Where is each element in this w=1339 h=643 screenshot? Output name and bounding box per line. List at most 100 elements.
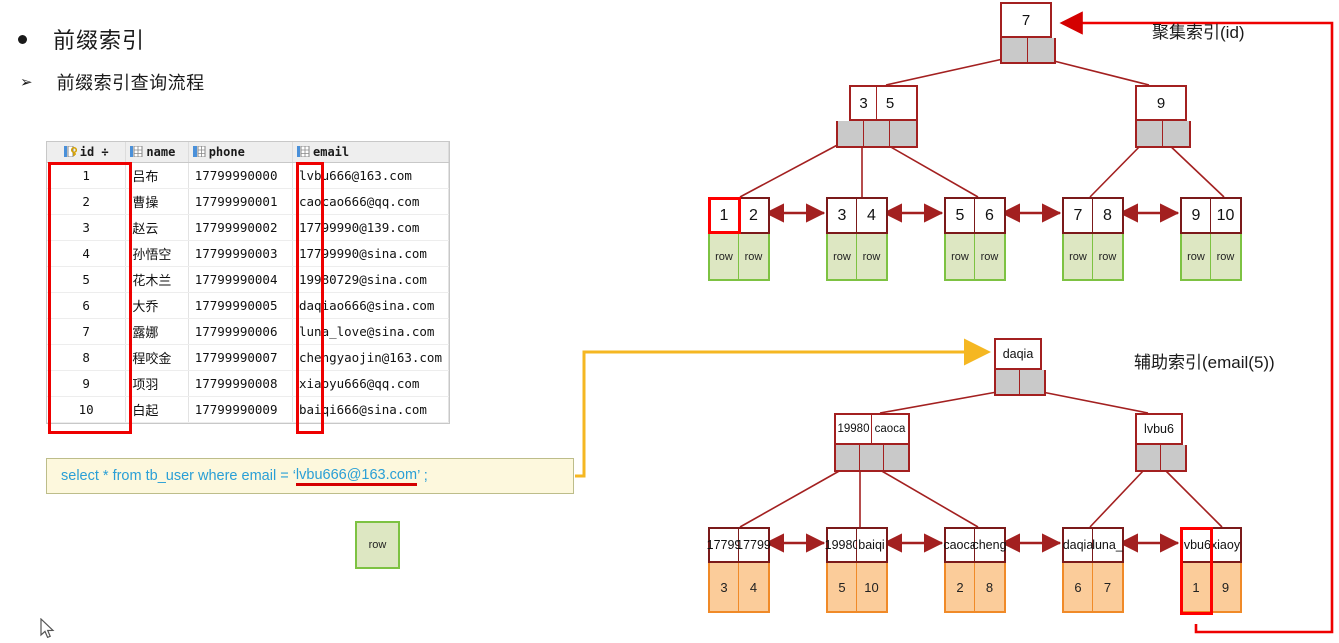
cell-phone: 17799990000	[188, 162, 292, 188]
clustered-internal-node-1-keys: 9	[1135, 85, 1187, 121]
table-row[interactable]: 3赵云1779999000217799990@139.com	[47, 214, 449, 240]
clustered-leaf-node-1: 34rowrow	[826, 197, 888, 281]
clustered-leaf-node-3: 78rowrow	[1062, 197, 1124, 281]
secondary-root-node-keys: daqia	[994, 338, 1042, 370]
secondary-leaf-node-4-key: lvbu6	[1182, 529, 1211, 561]
table-row[interactable]: 8程咬金17799990007chengyaojin@163.com	[47, 344, 449, 370]
secondary-internal-node-0-key: 19980	[836, 415, 872, 443]
clustered-leaf-node-3-rows: rowrow	[1062, 234, 1124, 281]
table-row[interactable]: 5花木兰1779999000419980729@sina.com	[47, 266, 449, 292]
clustered-leaf-node-2-keys: 56	[944, 197, 1006, 234]
table-row[interactable]: 1吕布17799990000lvbu666@163.com	[47, 162, 449, 188]
cell-email: 17799990@139.com	[293, 214, 449, 240]
clustered-internal-node-1: 9	[1135, 85, 1191, 148]
secondary-leaf-node-1-keys: 19980baiqi	[826, 527, 888, 563]
clustered-leaf-node-1-keys: 34	[826, 197, 888, 234]
secondary-leaf-node-3-rows: 67	[1062, 563, 1124, 613]
data-grid[interactable]: id ÷ name phone email	[47, 142, 449, 423]
clustered-leaf-node-4: 910rowrow	[1180, 197, 1242, 281]
secondary-internal-node-0-pointer	[860, 445, 884, 470]
sub-bullet-label: 前缀索引查询流程	[57, 69, 205, 95]
cell-email: xiaoyu666@qq.com	[293, 370, 449, 396]
clustered-root-node-pointer	[1002, 38, 1028, 62]
cell-phone: 17799990009	[188, 396, 292, 422]
column-icon	[193, 146, 206, 157]
secondary-leaf-node-4-rows: 19	[1180, 563, 1242, 613]
secondary-leaf-node-1-key: baiqi	[857, 529, 886, 561]
cell-phone: 17799990004	[188, 266, 292, 292]
cell-id: 2	[47, 188, 126, 214]
column-header-id[interactable]: id ÷	[47, 142, 126, 162]
secondary-internal-node-1: lvbu6	[1135, 413, 1187, 472]
key-column-icon	[64, 146, 77, 157]
cell-phone: 17799990002	[188, 214, 292, 240]
secondary-leaf-node-0-key: 17799	[710, 529, 739, 561]
table-row[interactable]: 10白起17799990009baiqi666@sina.com	[47, 396, 449, 422]
column-header-phone[interactable]: phone	[188, 142, 292, 162]
sql-suffix-text: ’ ;	[417, 468, 428, 484]
secondary-leaf-node-2-key: cheng	[975, 529, 1004, 561]
sort-indicator-icon[interactable]: ÷	[101, 145, 108, 159]
secondary-leaf-node-0-row: 3	[710, 563, 739, 611]
table-row[interactable]: 4孙悟空1779999000317799990@sina.com	[47, 240, 449, 266]
cell-id: 5	[47, 266, 126, 292]
sql-query-box: select * from tb_user where email = ‘lvb…	[46, 458, 574, 494]
column-icon	[130, 146, 143, 157]
clustered-leaf-node-0-row: row	[710, 234, 739, 279]
cell-phone: 17799990008	[188, 370, 292, 396]
cell-id: 3	[47, 214, 126, 240]
tb-user-data-table[interactable]: id ÷ name phone email	[46, 141, 450, 424]
secondary-index-label: 辅助索引(email(5))	[1134, 348, 1275, 373]
clustered-leaf-node-2-key: 5	[946, 199, 975, 232]
cell-email: lvbu666@163.com	[293, 162, 449, 188]
cell-name: 露娜	[126, 318, 188, 344]
cell-name: 大乔	[126, 292, 188, 318]
secondary-leaf-node-3-row: 7	[1093, 563, 1122, 611]
secondary-internal-node-0-keys: 19980caoca	[834, 413, 910, 445]
table-row[interactable]: 9项羽17799990008xiaoyu666@qq.com	[47, 370, 449, 396]
column-header-phone-label: phone	[209, 145, 245, 159]
clustered-leaf-node-1-key: 4	[857, 199, 886, 232]
secondary-leaf-node-2-row: 2	[946, 563, 975, 611]
secondary-leaf-node-1-key: 19980	[828, 529, 857, 561]
table-row[interactable]: 6大乔17799990005daqiao666@sina.com	[47, 292, 449, 318]
cell-phone: 17799990001	[188, 188, 292, 214]
cell-phone: 17799990006	[188, 318, 292, 344]
table-row[interactable]: 7露娜17799990006luna_love@sina.com	[47, 318, 449, 344]
clustered-internal-node-0-keys: 35	[849, 85, 918, 121]
secondary-leaf-node-0: 177991779934	[708, 527, 770, 613]
secondary-leaf-node-1-row: 10	[857, 563, 886, 611]
clustered-leaf-node-0-key: 1	[710, 199, 739, 232]
secondary-leaf-node-3: daqialuna_67	[1062, 527, 1124, 613]
cell-phone: 17799990007	[188, 344, 292, 370]
cell-email: caocao666@qq.com	[293, 188, 449, 214]
clustered-leaf-node-2-row: row	[946, 234, 975, 279]
secondary-leaf-node-2-keys: caocacheng	[944, 527, 1006, 563]
secondary-root-node-key: daqia	[996, 340, 1040, 368]
data-grid-body: 1吕布17799990000lvbu666@163.com2曹操17799990…	[47, 162, 449, 422]
clustered-leaf-node-1-key: 3	[828, 199, 857, 232]
secondary-internal-node-1-pointers	[1135, 445, 1187, 472]
cell-name: 项羽	[126, 370, 188, 396]
header-row: id ÷ name phone email	[47, 142, 449, 162]
clustered-internal-node-1-pointer	[1137, 121, 1163, 146]
secondary-leaf-node-2-key: caoca	[946, 529, 975, 561]
column-header-name[interactable]: name	[126, 142, 188, 162]
secondary-internal-node-0-pointer	[884, 445, 908, 470]
secondary-leaf-node-0-keys: 1779917799	[708, 527, 770, 563]
clustered-leaf-node-4-row: row	[1182, 234, 1211, 279]
secondary-leaf-node-0-row: 4	[739, 563, 768, 611]
secondary-leaf-node-1-rows: 510	[826, 563, 888, 613]
table-row[interactable]: 2曹操17799990001caocao666@qq.com	[47, 188, 449, 214]
column-header-email[interactable]: email	[293, 142, 449, 162]
clustered-leaf-node-1-rows: rowrow	[826, 234, 888, 281]
secondary-leaf-node-2: caocacheng28	[944, 527, 1006, 613]
cell-id: 1	[47, 162, 126, 188]
secondary-leaf-node-0-rows: 34	[708, 563, 770, 613]
clustered-leaf-node-0: 12rowrow	[708, 197, 770, 281]
secondary-leaf-node-3-key: luna_	[1093, 529, 1122, 561]
secondary-leaf-node-3-keys: daqialuna_	[1062, 527, 1124, 563]
secondary-leaf-node-2-row: 8	[975, 563, 1004, 611]
clustered-root-node-key: 7	[1002, 4, 1050, 36]
cell-name: 白起	[126, 396, 188, 422]
